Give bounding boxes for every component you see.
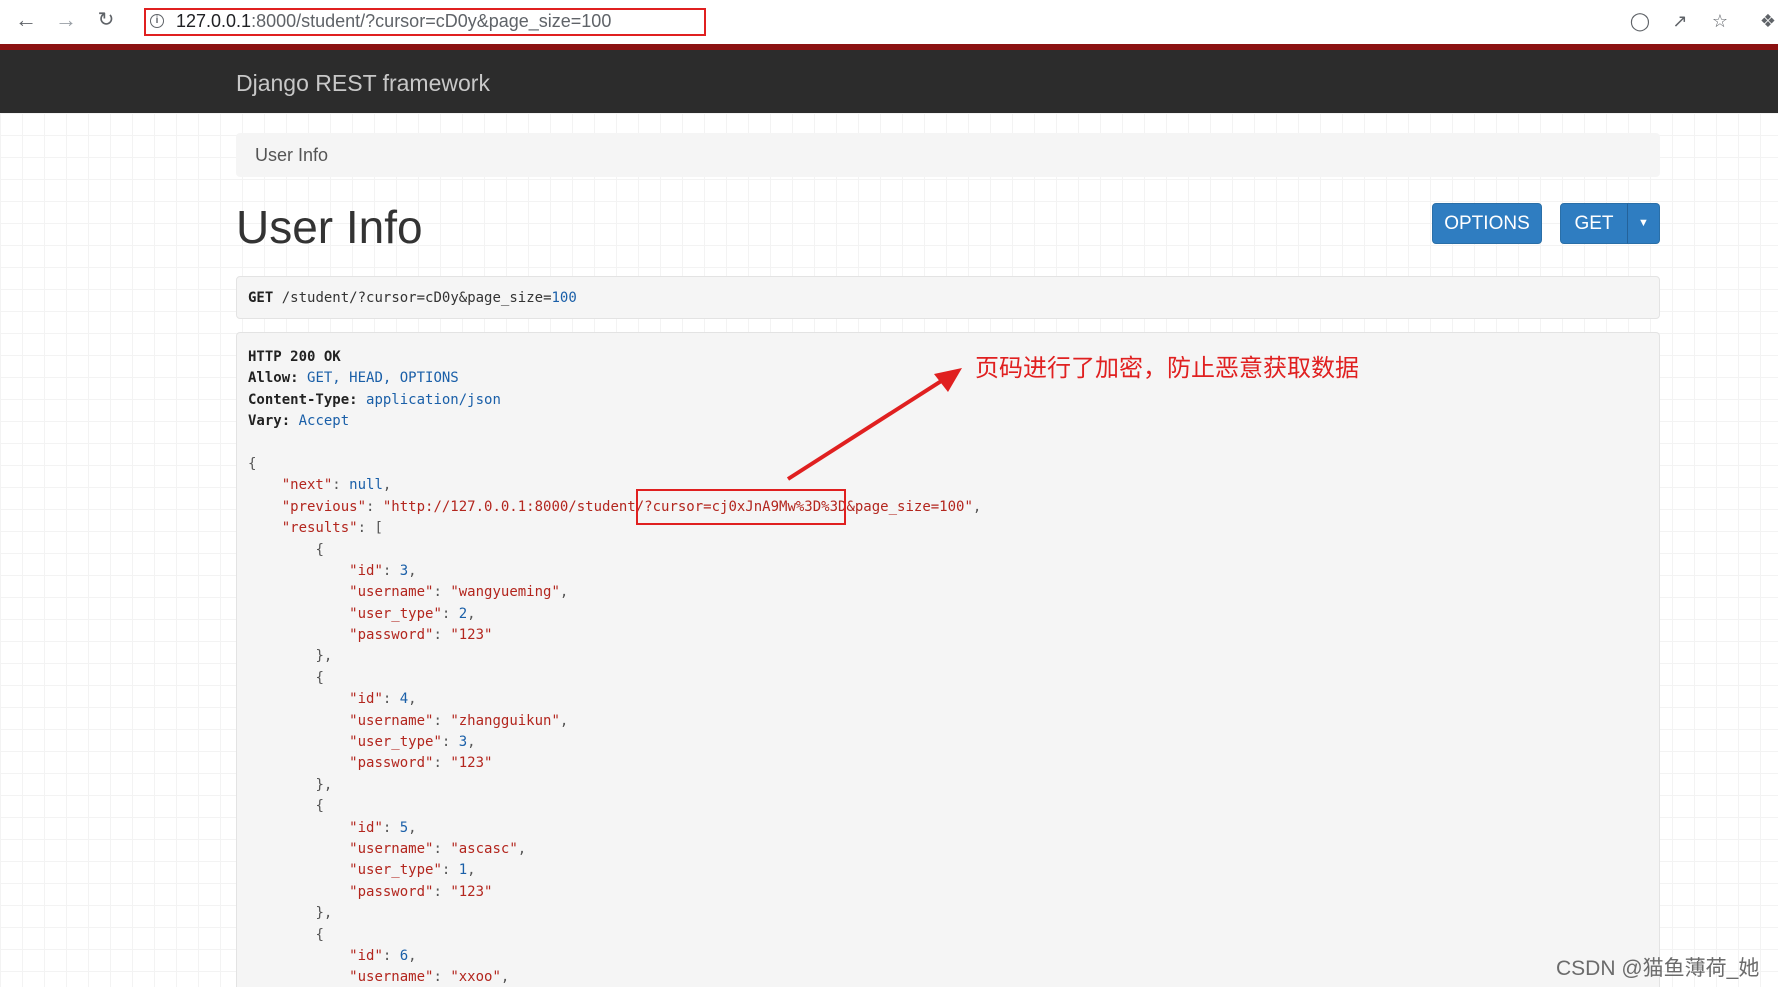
url-highlight-box — [144, 8, 706, 36]
watermark: CSDN @猫鱼薄荷_她 — [1556, 957, 1760, 980]
response-body: HTTP 200 OK Allow: GET, HEAD, OPTIONS Co… — [248, 349, 982, 986]
translate-icon[interactable]: ◯ — [1628, 10, 1652, 32]
back-arrow-icon[interactable]: ← — [12, 6, 40, 34]
reload-icon[interactable]: ↻ — [92, 6, 120, 34]
http-status: HTTP 200 OK — [248, 349, 341, 365]
get-button[interactable]: GET — [1560, 203, 1628, 244]
request-info: GET /student/?cursor=cD0y&page_size=100 — [236, 276, 1660, 319]
extensions-icon[interactable]: ❖ — [1756, 10, 1778, 32]
share-icon[interactable]: ↗ — [1668, 10, 1692, 32]
brand-link[interactable]: Django REST framework — [236, 70, 490, 97]
chevron-down-icon: ▼ — [1638, 217, 1649, 229]
breadcrumb: User Info — [236, 133, 1660, 177]
get-format-dropdown-button[interactable]: ▼ — [1627, 203, 1660, 244]
browser-toolbar: ← → ↻ i 127.0.0.1:8000/student/?cursor=c… — [0, 0, 1778, 40]
forward-arrow-icon[interactable]: → — [52, 6, 80, 34]
breadcrumb-item[interactable]: User Info — [255, 145, 328, 166]
response-info: HTTP 200 OK Allow: GET, HEAD, OPTIONS Co… — [236, 332, 1660, 987]
cursor-highlight-box — [636, 489, 846, 525]
page-title: User Info — [236, 201, 423, 253]
star-icon[interactable]: ☆ — [1708, 10, 1732, 32]
navbar: Django REST framework — [0, 50, 1778, 113]
request-line: GET /student/?cursor=cD0y&page_size=100 — [248, 290, 577, 306]
annotation-label: 页码进行了加密，防止恶意获取数据 — [975, 355, 1359, 382]
options-button[interactable]: OPTIONS — [1432, 203, 1542, 244]
